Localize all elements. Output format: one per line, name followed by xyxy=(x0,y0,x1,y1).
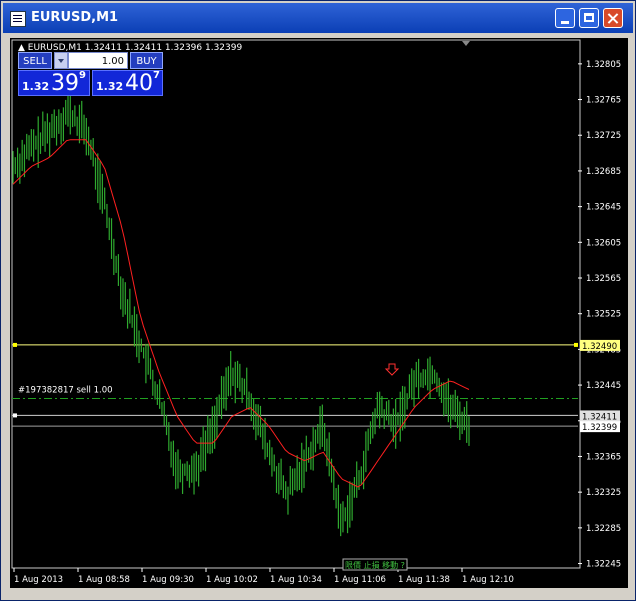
window-title: EURUSD,M1 xyxy=(31,10,119,25)
sell-button[interactable]: SELL xyxy=(18,52,52,69)
bid-line-handle[interactable] xyxy=(13,413,17,418)
sell-price-small: 1.32 xyxy=(22,80,50,93)
chart-shift-marker-icon xyxy=(462,41,470,46)
sell-price-big: 39 xyxy=(51,71,79,96)
buy-button[interactable]: BUY xyxy=(130,52,163,69)
lot-size-input[interactable]: 1.00 xyxy=(68,52,128,69)
price-axis-label: 1.32765 xyxy=(586,96,621,106)
price-axis-label: 1.32285 xyxy=(586,524,621,534)
buy-price-small: 1.32 xyxy=(96,80,124,93)
time-axis-label: 1 Aug 08:58 xyxy=(78,575,130,585)
close-button[interactable] xyxy=(603,8,623,28)
chart-window-icon xyxy=(10,11,26,27)
price-tag-ask: 1.32399 xyxy=(582,423,617,433)
price-axis-label: 1.32645 xyxy=(586,203,621,213)
lot-dropdown-icon[interactable] xyxy=(54,52,68,69)
order-tools-label: 限價 止損 移動 ? xyxy=(345,560,405,570)
minimize-button[interactable] xyxy=(555,8,575,28)
time-axis-label: 1 Aug 11:38 xyxy=(398,575,450,585)
price-tag-alert: 1.32490 xyxy=(582,342,617,352)
time-axis-label: 1 Aug 12:10 xyxy=(462,575,514,585)
buy-price-pip: 7 xyxy=(153,70,160,81)
maximize-button[interactable] xyxy=(579,8,599,28)
time-axis-label: 1 Aug 11:06 xyxy=(334,575,386,585)
sell-arrow-icon xyxy=(384,363,400,376)
price-tag-bid: 1.32411 xyxy=(582,412,617,422)
price-chart[interactable]: ▲ EURUSD,M1 1.32411 1.32411 1.32396 1.32… xyxy=(10,38,628,588)
price-axis-label: 1.32565 xyxy=(586,274,621,284)
time-axis-label: 1 Aug 2013 xyxy=(14,575,63,585)
alert-level-handle[interactable] xyxy=(574,342,578,347)
price-axis-label: 1.32445 xyxy=(586,381,621,391)
price-axis-label: 1.32725 xyxy=(586,131,621,141)
price-axis-label: 1.32245 xyxy=(586,560,621,570)
price-axis-label: 1.32685 xyxy=(586,167,621,177)
chart-area[interactable]: ▲ EURUSD,M1 1.32411 1.32411 1.32396 1.32… xyxy=(10,38,628,588)
time-axis-label: 1 Aug 10:02 xyxy=(206,575,258,585)
one-click-trade-panel: SELL 1.00 BUY 1.32 39 9 1.32 40 7 xyxy=(18,52,163,96)
sell-price-pip: 9 xyxy=(79,70,86,81)
chart-window: EURUSD,M1 ▲ EURUSD,M1 1.32411 1.32411 1.… xyxy=(0,0,636,601)
buy-price-big: 40 xyxy=(125,71,153,96)
order-label: #197382817 sell 1.00 xyxy=(18,385,113,395)
time-axis-label: 1 Aug 10:34 xyxy=(270,575,322,585)
price-axis-label: 1.32525 xyxy=(586,310,621,320)
sell-price-box[interactable]: 1.32 39 9 xyxy=(18,70,90,96)
price-axis-label: 1.32805 xyxy=(586,60,621,70)
price-axis-label: 1.32325 xyxy=(586,488,621,498)
alert-level-handle[interactable] xyxy=(13,342,17,347)
buy-price-box[interactable]: 1.32 40 7 xyxy=(92,70,163,96)
time-axis-label: 1 Aug 09:30 xyxy=(142,575,194,585)
price-axis-label: 1.32365 xyxy=(586,452,621,462)
chart-frame xyxy=(11,39,581,569)
price-axis-label: 1.32605 xyxy=(586,238,621,248)
title-bar[interactable]: EURUSD,M1 xyxy=(3,3,633,33)
